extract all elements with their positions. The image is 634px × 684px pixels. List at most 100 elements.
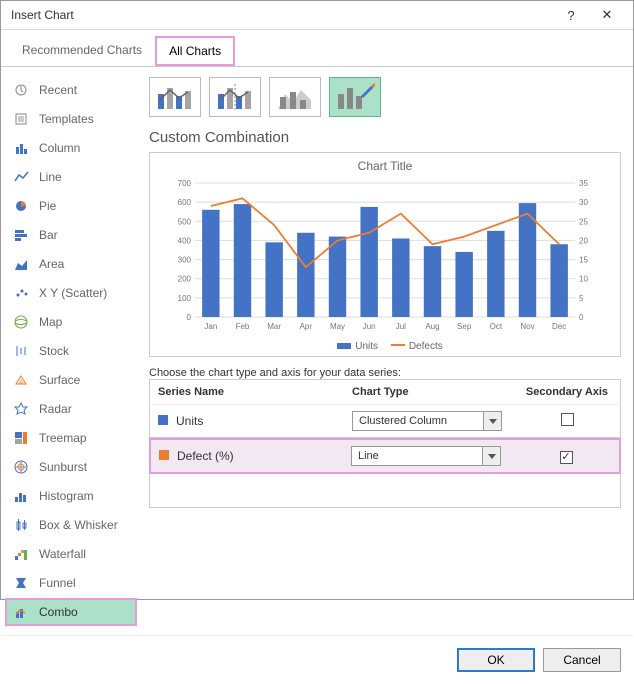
header-secondary-axis: Secondary Axis xyxy=(522,386,612,398)
sidebar-item-funnel[interactable]: Funnel xyxy=(5,569,137,597)
sidebar-item-label: Map xyxy=(39,315,62,329)
svg-text:Sep: Sep xyxy=(457,322,472,331)
svg-text:Apr: Apr xyxy=(300,322,313,331)
legend-swatch-units xyxy=(337,343,351,349)
svg-text:200: 200 xyxy=(178,275,192,284)
chevron-down-icon xyxy=(482,447,500,465)
chart-type-icon xyxy=(13,604,31,620)
chart-type-icon xyxy=(13,314,31,330)
sidebar-item-bar[interactable]: Bar xyxy=(5,221,137,249)
sidebar-item-map[interactable]: Map xyxy=(5,308,137,336)
combo-subtype-2[interactable] xyxy=(209,77,261,117)
series-swatch xyxy=(159,450,169,460)
chart-type-dropdown[interactable]: Clustered Column xyxy=(352,411,502,431)
svg-text:300: 300 xyxy=(178,256,192,265)
sidebar-item-area[interactable]: Area xyxy=(5,250,137,278)
sidebar-item-combo[interactable]: Combo xyxy=(5,598,137,626)
chart-type-icon xyxy=(13,430,31,446)
svg-text:Aug: Aug xyxy=(425,322,439,331)
chart-type-icon xyxy=(13,140,31,156)
chart-type-icon xyxy=(13,343,31,359)
series-swatch xyxy=(158,415,168,425)
svg-text:Jan: Jan xyxy=(204,322,217,331)
sidebar-item-label: Box & Whisker xyxy=(39,518,118,532)
sidebar-item-line[interactable]: Line xyxy=(5,163,137,191)
svg-text:25: 25 xyxy=(579,217,588,226)
svg-text:Jul: Jul xyxy=(396,322,406,331)
legend-swatch-defects xyxy=(391,344,405,346)
chart-legend: Units Defects xyxy=(158,341,612,352)
sidebar-item-label: Templates xyxy=(39,112,94,126)
cancel-button[interactable]: Cancel xyxy=(543,648,621,672)
tab-recommended[interactable]: Recommended Charts xyxy=(9,36,155,66)
ok-button[interactable]: OK xyxy=(457,648,535,672)
sidebar-item-label: Recent xyxy=(39,83,77,97)
chart-type-icon xyxy=(13,198,31,214)
sidebar-item-label: Surface xyxy=(39,373,80,387)
chart-type-icon xyxy=(13,575,31,591)
dropdown-value: Clustered Column xyxy=(353,412,483,430)
sidebar-item-label: X Y (Scatter) xyxy=(39,286,107,300)
sidebar-item-surface[interactable]: Surface xyxy=(5,366,137,394)
help-button[interactable]: ? xyxy=(553,1,589,29)
chevron-down-icon xyxy=(483,412,501,430)
chart-type-icon xyxy=(13,401,31,417)
svg-text:5: 5 xyxy=(579,294,584,303)
sidebar-item-label: Sunburst xyxy=(39,460,87,474)
sidebar-item-histogram[interactable]: Histogram xyxy=(5,482,137,510)
sidebar-item-pie[interactable]: Pie xyxy=(5,192,137,220)
series-config-row: Defect (%)Line xyxy=(149,438,621,474)
svg-text:15: 15 xyxy=(579,256,588,265)
chart-type-icon xyxy=(13,111,31,127)
legend-label-defects: Defects xyxy=(409,341,443,352)
sidebar-item-radar[interactable]: Radar xyxy=(5,395,137,423)
svg-text:0: 0 xyxy=(579,313,584,322)
sidebar-item-templates[interactable]: Templates xyxy=(5,105,137,133)
header-series-name: Series Name xyxy=(158,386,352,398)
dialog-footer: OK Cancel xyxy=(1,635,633,684)
sidebar-item-recent[interactable]: Recent xyxy=(5,76,137,104)
sidebar-item-stock[interactable]: Stock xyxy=(5,337,137,365)
insert-chart-dialog: Insert Chart ? ✕ Recommended Charts All … xyxy=(0,0,634,600)
chart-type-icon xyxy=(13,488,31,504)
sidebar-item-label: Column xyxy=(39,141,80,155)
sidebar-item-label: Bar xyxy=(39,228,58,242)
sidebar-item-treemap[interactable]: Treemap xyxy=(5,424,137,452)
chart-type-icon xyxy=(13,82,31,98)
tab-all-charts[interactable]: All Charts xyxy=(155,36,235,66)
svg-text:Dec: Dec xyxy=(552,322,566,331)
sidebar-item-x-y-scatter-[interactable]: X Y (Scatter) xyxy=(5,279,137,307)
close-button[interactable]: ✕ xyxy=(589,1,625,29)
chart-title: Chart Title xyxy=(158,159,612,173)
chart-type-icon xyxy=(13,285,31,301)
chart-preview: Chart Title 0100200300400500600700051015… xyxy=(149,152,621,357)
config-instruction: Choose the chart type and axis for your … xyxy=(149,367,621,379)
secondary-axis-checkbox[interactable] xyxy=(561,413,574,426)
svg-text:Jun: Jun xyxy=(363,322,376,331)
svg-text:30: 30 xyxy=(579,198,588,207)
svg-text:400: 400 xyxy=(178,236,192,245)
combo-subtype-1[interactable] xyxy=(149,77,201,117)
secondary-axis-checkbox[interactable] xyxy=(560,451,573,464)
svg-text:May: May xyxy=(330,322,345,331)
svg-text:700: 700 xyxy=(178,179,192,188)
combo-subtype-custom[interactable] xyxy=(329,77,381,117)
chart-type-dropdown[interactable]: Line xyxy=(351,446,501,466)
sidebar-item-sunburst[interactable]: Sunburst xyxy=(5,453,137,481)
sidebar-item-label: Line xyxy=(39,170,62,184)
sidebar-item-label: Pie xyxy=(39,199,56,213)
chart-type-icon xyxy=(13,227,31,243)
chart-type-icon xyxy=(13,169,31,185)
sidebar-item-label: Radar xyxy=(39,402,72,416)
series-config-row: UnitsClustered Column xyxy=(149,404,621,438)
sidebar-item-waterfall[interactable]: Waterfall xyxy=(5,540,137,568)
sidebar-item-box-whisker[interactable]: Box & Whisker xyxy=(5,511,137,539)
svg-text:Feb: Feb xyxy=(236,322,250,331)
sidebar-item-label: Stock xyxy=(39,344,69,358)
svg-text:20: 20 xyxy=(579,236,588,245)
combo-subtype-3[interactable] xyxy=(269,77,321,117)
chart-category-sidebar: Recent Templates Column Line Pie Bar Area X Y (… xyxy=(1,67,141,635)
subtype-title: Custom Combination xyxy=(149,129,621,146)
sidebar-item-column[interactable]: Column xyxy=(5,134,137,162)
svg-text:0: 0 xyxy=(187,313,192,322)
